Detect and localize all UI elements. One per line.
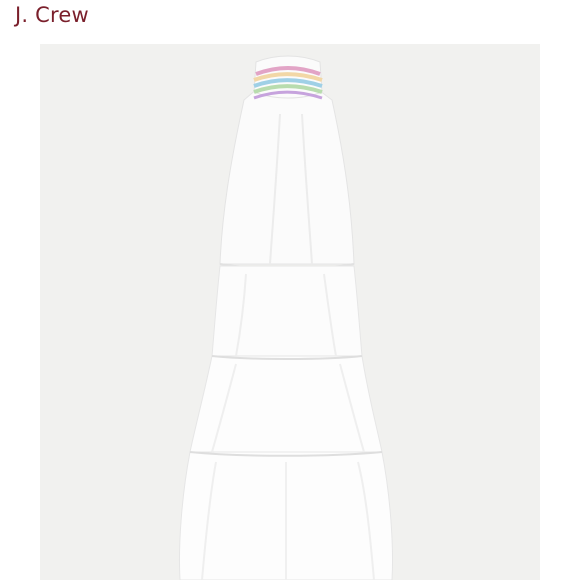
dress-illustration bbox=[178, 55, 394, 580]
product-photo[interactable] bbox=[40, 44, 540, 580]
collar-icon bbox=[253, 55, 323, 100]
dress-icon bbox=[178, 87, 394, 580]
brand-title: J. Crew bbox=[15, 3, 89, 27]
